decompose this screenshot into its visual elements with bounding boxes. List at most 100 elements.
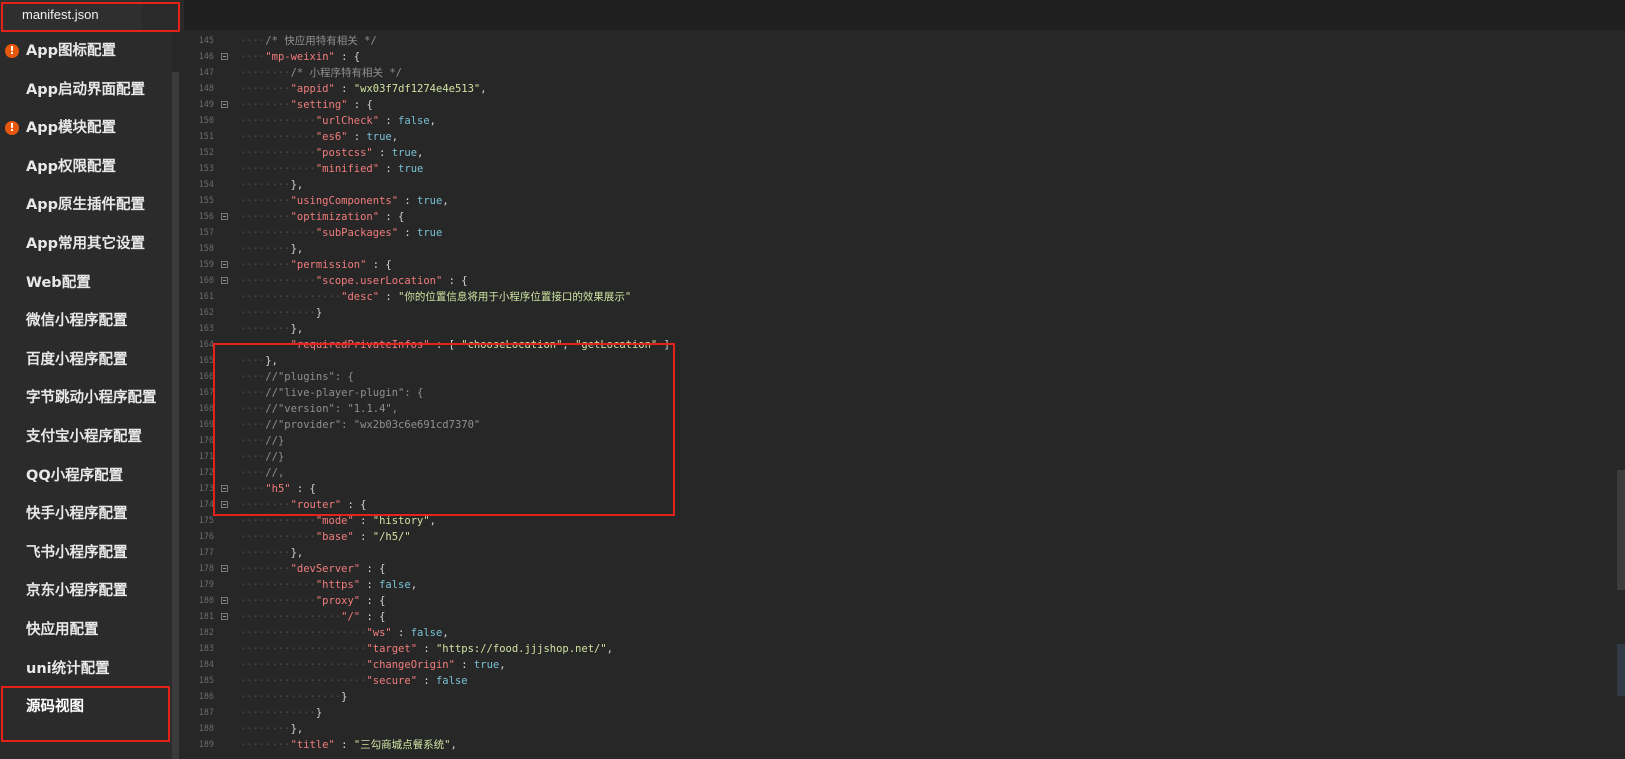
code-line[interactable]: 188 ········}, [184,721,1604,737]
code-text: ········}, [240,241,303,257]
code-line[interactable]: 179 ············"https" : false, [184,577,1604,593]
code-line[interactable]: 186 ················} [184,689,1604,705]
code-line[interactable]: 151 ············"es6" : true, [184,129,1604,145]
sidebar-item[interactable]: ! App模块配置 [0,109,172,147]
fold-toggle-icon[interactable] [221,485,228,492]
code-text: ········"permission" : { [240,257,392,273]
fold-toggle-icon[interactable] [221,613,228,620]
code-token: true [417,195,443,207]
code-line[interactable]: 174 ········"router" : { [184,497,1604,513]
fold-toggle-icon[interactable] [221,261,228,268]
code-token: //"plugins": { [265,371,354,383]
sidebar-scrollbar[interactable] [172,72,179,759]
code-line[interactable]: 149 ········"setting" : { [184,97,1604,113]
sidebar-item[interactable]: App原生插件配置 [0,186,172,224]
code-line[interactable]: 187 ············} [184,705,1604,721]
code-line[interactable]: 146 ····"mp-weixin" : { [184,49,1604,65]
sidebar-item[interactable]: 京东小程序配置 [0,572,172,610]
code-line[interactable]: 162 ············} [184,305,1604,321]
code-line[interactable]: 175 ············"mode" : "history", [184,513,1604,529]
code-line[interactable]: 181 ················"/" : { [184,609,1604,625]
line-number: 164 [198,340,214,350]
code-token: true [398,163,424,175]
fold-toggle-icon[interactable] [221,597,228,604]
sidebar-item[interactable]: ! App图标配置 [0,32,172,70]
code-line[interactable]: 156 ········"optimization" : { [184,209,1604,225]
sidebar-item[interactable]: 支付宝小程序配置 [0,418,172,456]
code-line[interactable]: 164 ········"requiredPrivateInfos" : [ "c… [184,337,1604,353]
sidebar-item-label: App图标配置 [26,43,116,59]
code-line[interactable]: 145 ····/* 快应用特有相关 */ [184,33,1604,49]
sidebar-item[interactable]: 字节跳动小程序配置 [0,379,172,417]
code-line[interactable]: 189 ········"title" : "三勾商城点餐系统", [184,737,1604,753]
code-line[interactable]: 150 ············"urlCheck" : false, [184,113,1604,129]
code-text: ········"setting" : { [240,97,373,113]
code-token: //} [265,451,285,463]
fold-toggle-icon[interactable] [221,101,228,108]
code-line[interactable]: 180 ············"proxy" : { [184,593,1604,609]
sidebar-item[interactable]: App权限配置 [0,148,172,186]
sidebar-item[interactable]: App常用其它设置 [0,225,172,263]
code-line[interactable]: 171 ····//} [184,449,1604,465]
sidebar-item[interactable]: 源码视图 [0,688,172,726]
code-line[interactable]: 154 ········}, [184,177,1604,193]
fold-toggle-icon[interactable] [221,53,228,60]
sidebar-item[interactable]: 微信小程序配置 [0,302,172,340]
code-line[interactable]: 178 ········"devServer" : { [184,561,1604,577]
code-line[interactable]: 169 ····//"provider": "wx2b03c6e691cd7370… [184,417,1604,433]
code-line[interactable]: 168 ····//"version": "1.1.4", [184,401,1604,417]
code-text: ····//, [240,465,284,481]
code-editor[interactable]: 145 ····/* 快应用特有相关 */146 ····"mp-weixin" :… [184,30,1625,759]
code-line[interactable]: 177 ········}, [184,545,1604,561]
code-token: : [454,659,474,671]
code-line[interactable]: 161 ················"desc" : "你的位置信息将用于小程… [184,289,1604,305]
fold-toggle-icon[interactable] [221,213,228,220]
code-line[interactable]: 173 ····"h5" : { [184,481,1604,497]
code-text: ········"optimization" : { [240,209,404,225]
code-token: : [417,643,436,655]
code-token: false [410,627,443,639]
code-line[interactable]: 166 ····//"plugins": { [184,369,1604,385]
code-line[interactable]: 159 ········"permission" : { [184,257,1604,273]
code-line[interactable]: 158 ········}, [184,241,1604,257]
code-line[interactable]: 167 ····//"live-player-plugin": { [184,385,1604,401]
code-line[interactable]: 170 ····//} [184,433,1604,449]
fold-toggle-icon[interactable] [221,501,228,508]
code-line[interactable]: 163 ········}, [184,321,1604,337]
editor-scrollbar[interactable] [1617,470,1625,590]
sidebar-item[interactable]: uni统计配置 [0,650,172,688]
line-number: 158 [198,244,214,254]
code-text: ········"router" : { [240,497,366,513]
code-line[interactable]: 184 ····················"changeOrigin" : … [184,657,1604,673]
code-line[interactable]: 165 ····}, [184,353,1604,369]
code-line[interactable]: 153 ············"minified" : true [184,161,1604,177]
code-line[interactable]: 185 ····················"secure" : false [184,673,1604,689]
code-line[interactable]: 147 ········/* 小程序特有相关 */ [184,65,1604,81]
tab-manifest-json[interactable]: manifest.json [0,0,142,30]
sidebar-item[interactable]: Web配置 [0,264,172,302]
code-line[interactable]: 152 ············"postcss" : true, [184,145,1604,161]
code-token: : [334,83,354,95]
fold-toggle-icon[interactable] [221,565,228,572]
code-line[interactable]: 148 ········"appid" : "wx03f7df1274e4e513… [184,81,1604,97]
sidebar-item[interactable]: 快手小程序配置 [0,495,172,533]
code-token: } [341,691,348,703]
code-line[interactable]: 157 ············"subPackages" : true [184,225,1604,241]
code-line[interactable]: 160 ············"scope.userLocation" : { [184,273,1604,289]
code-token: "postcss" [315,147,373,159]
code-line[interactable]: 182 ····················"ws" : false, [184,625,1604,641]
indent-guide: ···· [240,387,266,399]
code-line[interactable]: 183 ····················"target" : "https… [184,641,1604,657]
sidebar-item[interactable]: 百度小程序配置 [0,341,172,379]
code-line[interactable]: 155 ········"usingComponents" : true, [184,193,1604,209]
code-line[interactable]: 172 ····//, [184,465,1604,481]
code-text: ············"https" : false, [240,577,417,593]
fold-toggle-icon[interactable] [221,277,228,284]
sidebar-item[interactable]: 快应用配置 [0,611,172,649]
code-line[interactable]: 176 ············"base" : "/h5/" [184,529,1604,545]
code-token: : { [379,211,405,223]
sidebar-item[interactable]: QQ小程序配置 [0,457,172,495]
sidebar-item[interactable]: 飞书小程序配置 [0,534,172,572]
code-token: : [360,579,380,591]
sidebar-item[interactable]: App启动界面配置 [0,71,172,109]
